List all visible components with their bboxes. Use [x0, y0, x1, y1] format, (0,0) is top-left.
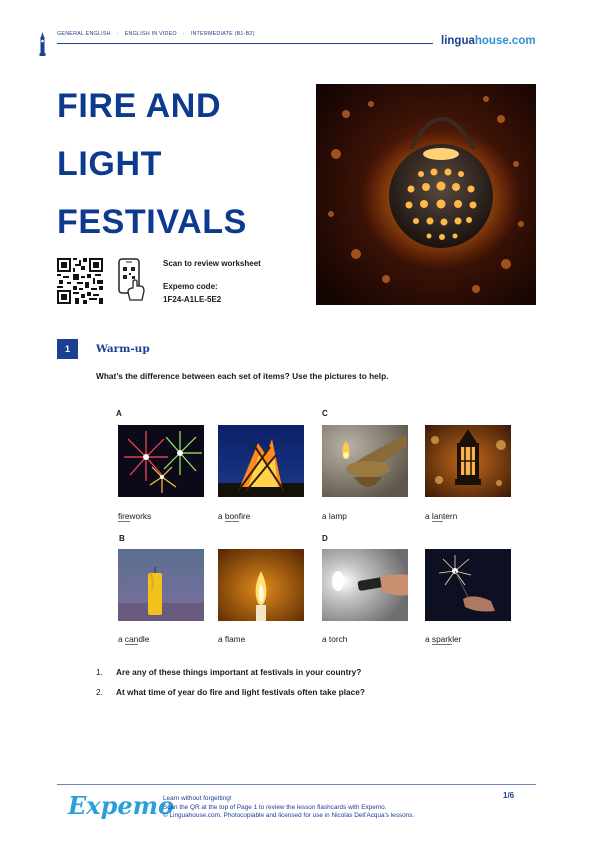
caption-flame: a flame — [218, 634, 246, 644]
group-label-a: A — [116, 409, 122, 418]
scan-phone-icon — [118, 258, 145, 301]
group-label-d: D — [322, 534, 328, 543]
breadcrumb: GENERAL ENGLISH · ENGLISH IN VIDEO · INTERME… — [57, 31, 255, 37]
hero-lantern-photo — [316, 84, 536, 305]
flame-photo — [218, 549, 304, 621]
title-line: FIRE AND — [57, 87, 222, 125]
caption-bonfire: a bonfire — [218, 511, 251, 522]
expemo-code-value: 1F24-A1LE-5E2 — [163, 295, 222, 304]
caption-lantern: a lantern — [425, 511, 458, 522]
caption-candle: a candle — [118, 634, 150, 645]
qr-code[interactable] — [57, 258, 103, 304]
expemo-code-label: Expemo code: — [163, 282, 218, 291]
breadcrumb-english-in-video[interactable]: ENGLISH IN VIDEO — [125, 31, 177, 37]
footer-text: Learn without forgetting! Scan the QR at… — [163, 795, 415, 820]
expemo-logo[interactable]: Expemo — [68, 791, 174, 820]
footer-divider — [57, 784, 536, 785]
page-number: 1/6 — [503, 791, 515, 800]
question-2: 2. At what time of year do fire and light… — [96, 687, 365, 697]
caption-lamp: a lamp — [322, 511, 347, 521]
group-label-b: B — [119, 534, 125, 543]
title-line: FESTIVALS — [57, 203, 247, 241]
breadcrumb-level[interactable]: INTERMEDIATE (B1-B2) — [191, 31, 255, 37]
group-label-c: C — [322, 409, 328, 418]
oil-lamp-photo — [322, 425, 408, 497]
section-number-badge: 1 — [57, 339, 78, 359]
exercise-instruction: What’s the difference between each set o… — [96, 371, 389, 381]
fireworks-photo — [118, 425, 204, 497]
page-title: FIRE AND LIGHT FESTIVALS — [57, 77, 302, 251]
lantern-photo — [425, 425, 511, 497]
caption-fireworks: fireworks — [118, 511, 152, 522]
breadcrumb-general-english[interactable]: GENERAL ENGLISH — [57, 31, 111, 37]
question-1: 1. Are any of these things important at f… — [96, 667, 362, 677]
caption-sparkler: a sparkler — [425, 634, 462, 645]
section-title: Warm-up — [96, 343, 150, 355]
sparkler-photo — [425, 549, 511, 621]
big-ben-icon — [39, 32, 46, 56]
torch-photo — [322, 549, 408, 621]
title-line: LIGHT — [57, 145, 162, 183]
linguahouse-logo[interactable]: linguahouse.com — [441, 35, 536, 47]
bonfire-photo — [218, 425, 304, 497]
candle-photo — [118, 549, 204, 621]
header-divider — [57, 43, 433, 44]
scan-instruction: Scan to review worksheet — [163, 259, 261, 268]
caption-torch: a torch — [322, 634, 348, 644]
